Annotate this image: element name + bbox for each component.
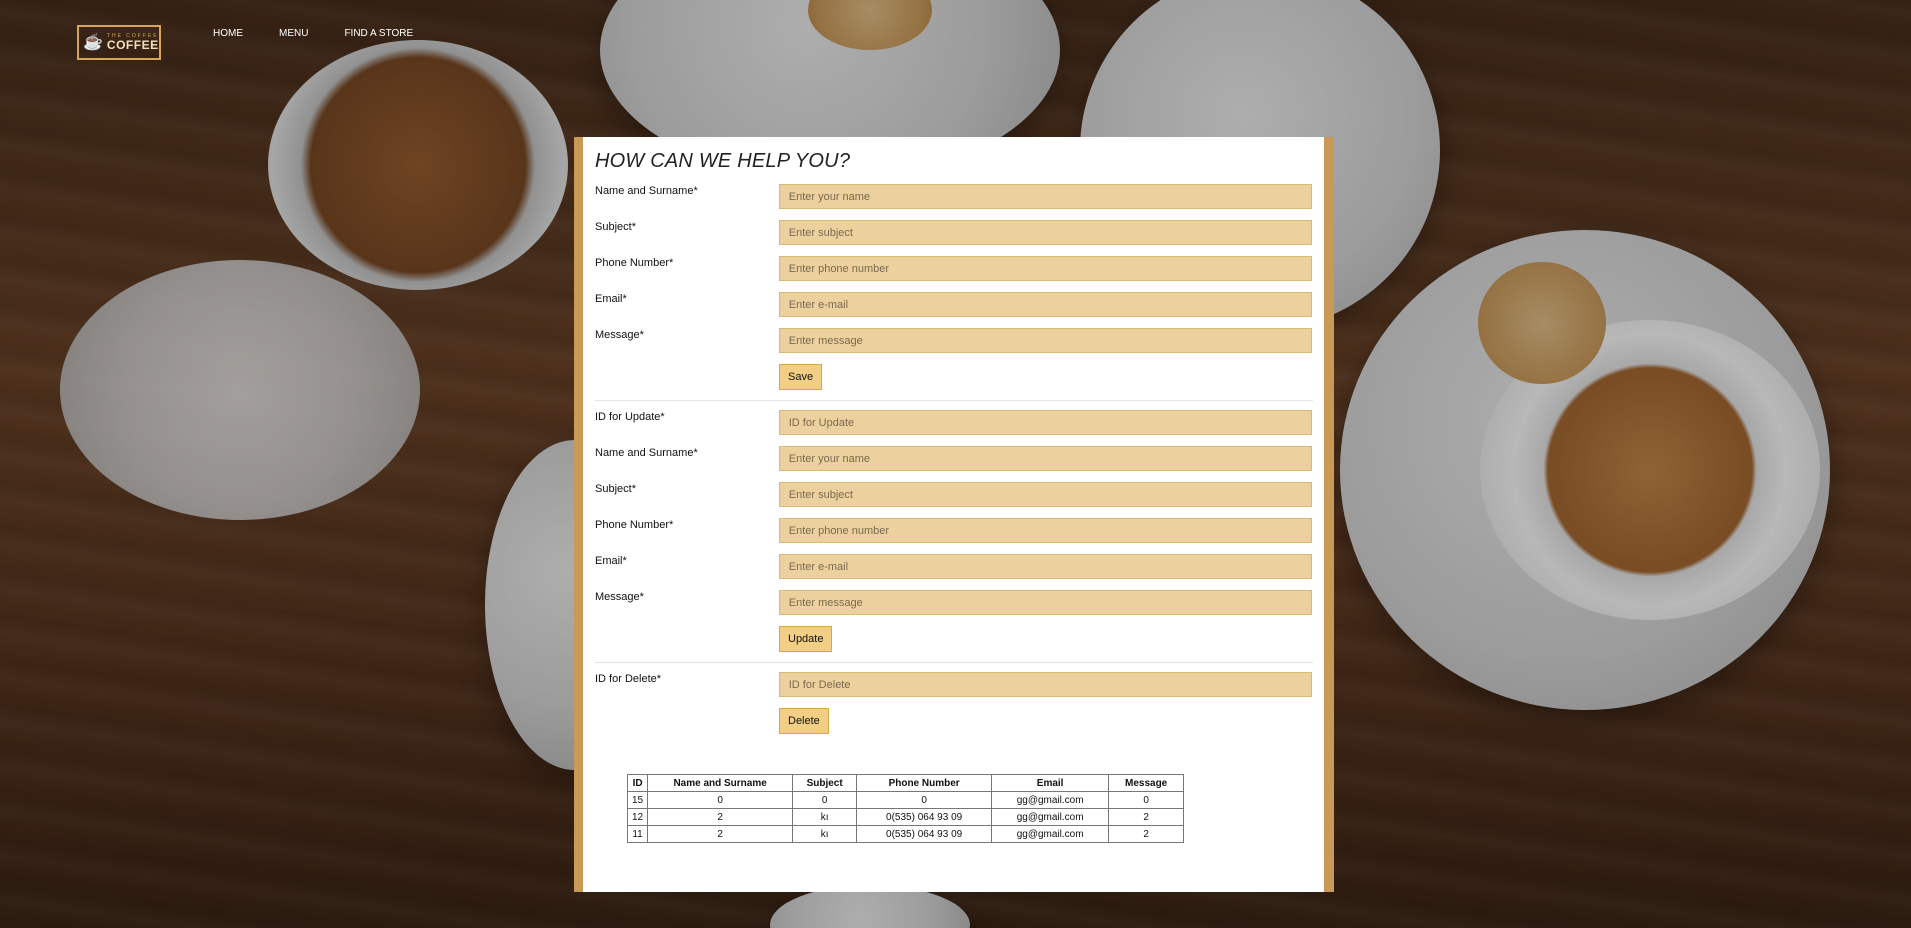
table-cell: gg@gmail.com — [991, 791, 1110, 809]
table-cell: kı — [792, 808, 858, 826]
form-row: Phone Number* — [595, 256, 1312, 292]
section-divider — [595, 662, 1313, 663]
phone-label: Phone Number* — [595, 257, 674, 269]
table-cell: 11 — [626, 825, 649, 843]
phone-input[interactable] — [778, 256, 1312, 281]
form-row: Name and Surname* — [595, 184, 1312, 220]
update-subject-label: Subject* — [595, 483, 636, 495]
table-row: 15 0 0 0 gg@gmail.com 0 — [626, 791, 1185, 809]
column-header: ID — [626, 774, 649, 792]
update-email-label: Email* — [595, 555, 627, 567]
table-cell: 0 — [647, 791, 794, 809]
update-name-input[interactable] — [778, 446, 1312, 471]
nav-find-a-store[interactable]: FIND A STORE — [344, 28, 413, 39]
delete-id-input[interactable] — [778, 672, 1312, 697]
table-header-row: ID Name and Surname Subject Phone Number… — [626, 774, 1185, 792]
update-id-label: ID for Update* — [595, 411, 665, 423]
update-name-label: Name and Surname* — [595, 447, 698, 459]
update-phone-label: Phone Number* — [595, 519, 674, 531]
table-cell: 2 — [647, 808, 794, 826]
update-email-input[interactable] — [778, 554, 1312, 579]
table-cell: gg@gmail.com — [991, 825, 1110, 843]
table-cell: 0(535) 064 93 09 — [856, 825, 993, 843]
name-label: Name and Surname* — [595, 185, 698, 197]
form-row: Phone Number* — [595, 518, 1312, 554]
column-header: Name and Surname — [647, 774, 794, 792]
section-divider — [595, 400, 1313, 401]
delete-button[interactable]: Delete — [779, 708, 829, 734]
update-subject-input[interactable] — [778, 482, 1312, 507]
logo-wordmark: COFFEE — [106, 38, 159, 52]
subject-label: Subject* — [595, 221, 636, 233]
delete-id-label: ID for Delete* — [595, 673, 662, 685]
form-row: Email* — [595, 554, 1312, 590]
coffee-cup-icon: ☕ — [83, 33, 103, 51]
update-phone-input[interactable] — [778, 518, 1312, 543]
form-row: Name and Surname* — [595, 446, 1312, 482]
form-row: Message* — [595, 590, 1312, 626]
table-cell: 15 — [626, 791, 649, 809]
column-header: Subject — [792, 774, 858, 792]
form-row: ID for Update* — [595, 410, 1312, 446]
name-input[interactable] — [778, 184, 1312, 209]
nav-menu[interactable]: MENU — [279, 28, 308, 39]
table-row: 11 2 kı 0(535) 064 93 09 gg@gmail.com 2 — [626, 825, 1185, 843]
page-title: HOW CAN WE HELP YOU? — [595, 150, 851, 172]
column-header: Phone Number — [856, 774, 993, 792]
update-message-input[interactable] — [778, 590, 1312, 615]
update-id-input[interactable] — [778, 410, 1312, 435]
subject-input[interactable] — [778, 220, 1312, 245]
site-logo[interactable]: ☕ THE COFFEE COFFEE — [77, 25, 161, 60]
message-input[interactable] — [778, 328, 1312, 353]
message-label: Message* — [595, 329, 644, 341]
table-cell: 0(535) 064 93 09 — [856, 808, 993, 826]
form-row: Message* — [595, 328, 1312, 364]
column-header: Email — [991, 774, 1110, 792]
update-form: ID for Update* Name and Surname* Subject… — [595, 410, 1312, 662]
delete-form: ID for Delete* Delete — [595, 672, 1312, 744]
form-row: Subject* — [595, 482, 1312, 518]
form-row: ID for Delete* — [595, 672, 1312, 708]
records-table: ID Name and Surname Subject Phone Number… — [626, 774, 1185, 843]
email-input[interactable] — [778, 292, 1312, 317]
table-cell: 0 — [856, 791, 993, 809]
form-row: Email* — [595, 292, 1312, 328]
table-cell: 2 — [647, 825, 794, 843]
table-cell: 0 — [792, 791, 858, 809]
save-form: Name and Surname* Subject* Phone Number*… — [595, 184, 1312, 400]
update-message-label: Message* — [595, 591, 644, 603]
table-row: 12 2 kı 0(535) 064 93 09 gg@gmail.com 2 — [626, 808, 1185, 826]
column-header: Message — [1108, 774, 1185, 792]
table-cell: 0 — [1108, 791, 1185, 809]
update-button[interactable]: Update — [779, 626, 833, 652]
main-nav: HOME MENU FIND A STORE — [213, 28, 449, 39]
table-cell: kı — [792, 825, 858, 843]
table-cell: 2 — [1108, 825, 1185, 843]
table-cell: gg@gmail.com — [991, 808, 1110, 826]
table-cell: 12 — [626, 808, 649, 826]
nav-home[interactable]: HOME — [213, 28, 243, 39]
form-row: Subject* — [595, 220, 1312, 256]
email-label: Email* — [595, 293, 627, 305]
contact-panel: HOW CAN WE HELP YOU? Name and Surname* S… — [583, 137, 1324, 892]
save-button[interactable]: Save — [779, 364, 823, 390]
table-cell: 2 — [1108, 808, 1185, 826]
